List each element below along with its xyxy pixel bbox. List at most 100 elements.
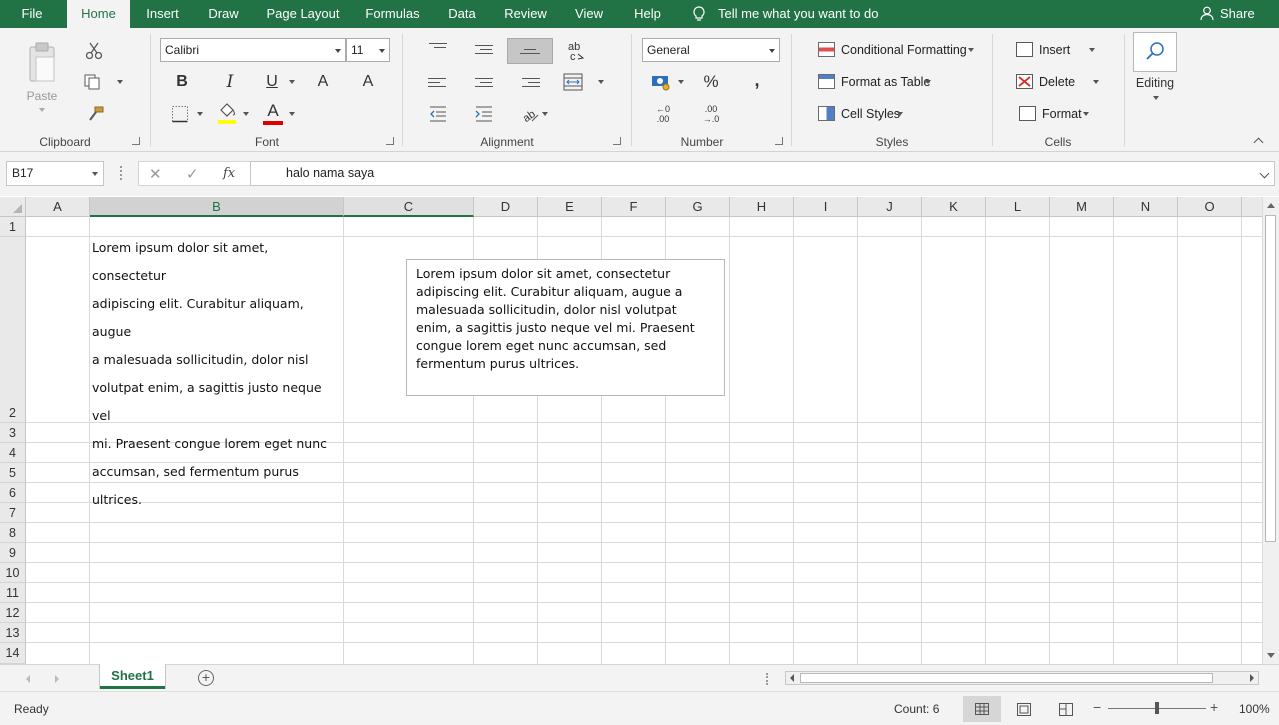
column-header-f[interactable]: F: [602, 197, 666, 217]
merge-dropdown-icon[interactable]: [598, 80, 604, 84]
worksheet-grid[interactable]: A B C D E F G H I J K L M N O 1 2 3 4 5 …: [0, 197, 1262, 664]
scroll-left-icon[interactable]: [790, 674, 794, 682]
expand-formula-icon[interactable]: [1259, 168, 1270, 179]
next-sheet-icon[interactable]: [55, 675, 59, 683]
format-painter-button[interactable]: [84, 102, 108, 126]
column-header-e[interactable]: E: [538, 197, 602, 217]
enter-entry-button[interactable]: ✓: [186, 165, 199, 183]
format-as-table-button[interactable]: Format as Table: [818, 71, 938, 93]
tab-home[interactable]: Home: [67, 0, 130, 28]
decrease-indent-button[interactable]: [426, 102, 450, 126]
editing-button[interactable]: Editing: [1128, 74, 1182, 92]
font-name-select[interactable]: Calibri: [160, 38, 346, 62]
column-header-l[interactable]: L: [986, 197, 1050, 217]
cut-button[interactable]: [82, 39, 106, 63]
align-right-button[interactable]: [520, 75, 540, 89]
column-header-b[interactable]: B: [90, 197, 344, 217]
row-header-5[interactable]: 5: [0, 463, 26, 483]
editing-dropdown-icon[interactable]: [1153, 96, 1159, 100]
tab-splitter[interactable]: [766, 673, 768, 685]
row-header-9[interactable]: 9: [0, 543, 26, 563]
font-color-dropdown-icon[interactable]: [289, 112, 295, 116]
page-layout-view-button[interactable]: [1005, 696, 1043, 722]
wrap-text-orientation-button[interactable]: ab c: [564, 38, 588, 64]
underline-button[interactable]: U: [260, 70, 284, 94]
column-header-n[interactable]: N: [1114, 197, 1178, 217]
format-cells-button[interactable]: Format: [1019, 103, 1091, 125]
page-break-view-button[interactable]: [1047, 696, 1085, 722]
scroll-up-icon[interactable]: [1267, 203, 1275, 208]
paste-dropdown-icon[interactable]: [39, 108, 45, 112]
select-all-corner[interactable]: [0, 197, 26, 217]
formula-bar-splitter[interactable]: [120, 166, 122, 180]
editing-search-button[interactable]: [1133, 32, 1177, 72]
row-header-8[interactable]: 8: [0, 523, 26, 543]
vertical-scroll-thumb[interactable]: [1265, 215, 1276, 542]
bold-button[interactable]: B: [170, 70, 194, 94]
normal-view-button[interactable]: [963, 696, 1001, 722]
scroll-right-icon[interactable]: [1250, 674, 1254, 682]
increase-decimal-button[interactable]: ←0 .00: [648, 102, 678, 126]
column-header-o[interactable]: O: [1178, 197, 1242, 217]
vertical-scrollbar[interactable]: [1262, 197, 1279, 664]
column-header-g[interactable]: G: [666, 197, 730, 217]
row-header-13[interactable]: 13: [0, 623, 26, 643]
sheet-tab-sheet1[interactable]: Sheet1: [100, 664, 165, 689]
insert-function-button[interactable]: fx: [223, 166, 235, 181]
paste-button[interactable]: Paste: [18, 34, 66, 110]
font-color-button[interactable]: A: [260, 100, 286, 126]
align-left-button[interactable]: [428, 75, 448, 89]
accounting-format-button[interactable]: [650, 70, 674, 94]
orientation-dropdown-icon[interactable]: [542, 112, 548, 116]
row-header-1[interactable]: 1: [0, 217, 26, 237]
cancel-entry-button[interactable]: ✕: [149, 165, 162, 183]
formula-input[interactable]: halo nama saya: [250, 161, 1275, 186]
top-align-button[interactable]: [428, 38, 448, 52]
bottom-align-button[interactable]: [507, 38, 553, 64]
cell-b2[interactable]: Lorem ipsum dolor sit amet, consectetur …: [92, 234, 344, 514]
tab-insert[interactable]: Insert: [140, 0, 185, 28]
fill-color-button[interactable]: [214, 100, 240, 126]
tab-data[interactable]: Data: [441, 0, 483, 28]
horizontal-scrollbar[interactable]: [785, 671, 1259, 685]
number-format-select[interactable]: General: [642, 38, 780, 62]
column-header-i[interactable]: I: [794, 197, 858, 217]
name-box[interactable]: B17: [6, 161, 104, 186]
underline-dropdown-icon[interactable]: [289, 80, 295, 84]
increase-indent-button[interactable]: [472, 102, 496, 126]
scroll-down-icon[interactable]: [1267, 653, 1275, 658]
copy-dropdown-icon[interactable]: [117, 80, 123, 84]
decrease-decimal-button[interactable]: .00 →.0: [696, 102, 726, 126]
column-header-d[interactable]: D: [474, 197, 538, 217]
delete-cells-button[interactable]: Delete: [1016, 71, 1100, 93]
conditional-formatting-button[interactable]: Conditional Formatting: [818, 39, 978, 61]
column-header-j[interactable]: J: [858, 197, 922, 217]
zoom-level[interactable]: 100%: [1239, 702, 1270, 716]
row-header-3[interactable]: 3: [0, 423, 26, 443]
middle-align-button[interactable]: [474, 42, 494, 56]
tab-review[interactable]: Review: [499, 0, 552, 28]
row-header-12[interactable]: 12: [0, 603, 26, 623]
column-header-h[interactable]: H: [730, 197, 794, 217]
tab-page-layout[interactable]: Page Layout: [262, 0, 344, 28]
column-header-c[interactable]: C: [344, 197, 474, 217]
column-header-m[interactable]: M: [1050, 197, 1114, 217]
row-header-11[interactable]: 11: [0, 583, 26, 603]
italic-button[interactable]: I: [218, 70, 242, 94]
row-header-10[interactable]: 10: [0, 563, 26, 583]
collapse-ribbon-icon[interactable]: [1253, 137, 1264, 148]
tab-formulas[interactable]: Formulas: [360, 0, 425, 28]
insert-cells-button[interactable]: Insert: [1016, 39, 1098, 61]
fill-color-dropdown-icon[interactable]: [243, 112, 249, 116]
copy-button[interactable]: [80, 70, 104, 94]
cell-styles-button[interactable]: Cell Styles: [818, 103, 908, 125]
tab-view[interactable]: View: [567, 0, 611, 28]
tab-draw[interactable]: Draw: [201, 0, 246, 28]
tab-help[interactable]: Help: [627, 0, 668, 28]
zoom-out-button[interactable]: −: [1093, 699, 1101, 715]
font-launcher-icon[interactable]: [386, 137, 394, 145]
number-launcher-icon[interactable]: [775, 137, 783, 145]
increase-font-button[interactable]: A: [311, 70, 335, 94]
borders-button[interactable]: [168, 102, 192, 126]
orientation-button[interactable]: ab: [518, 102, 542, 126]
